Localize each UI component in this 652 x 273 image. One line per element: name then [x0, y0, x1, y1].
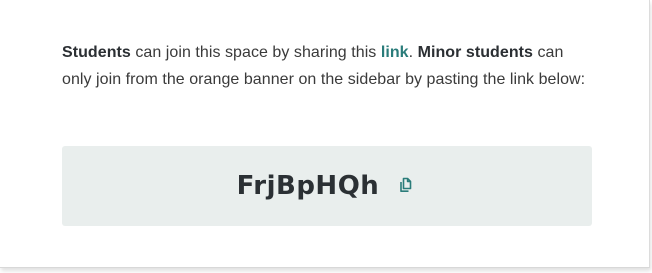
invite-link[interactable]: link: [381, 44, 409, 61]
minor-students-label: Minor students: [417, 44, 533, 61]
invite-text-1: can join this space by sharing this: [130, 44, 381, 61]
students-label: Students: [62, 44, 131, 61]
invite-code-box: FrjBpHQh: [62, 146, 592, 226]
invite-description: Students can join this space by sharing …: [62, 39, 592, 93]
invite-card: Students can join this space by sharing …: [0, 0, 650, 268]
copy-icon: [399, 176, 415, 197]
invite-paragraph: Students can join this space by sharing …: [62, 39, 592, 93]
copy-code-button[interactable]: [397, 175, 417, 197]
invite-text-2: .: [408, 44, 418, 61]
invite-code: FrjBpHQh: [236, 171, 380, 201]
